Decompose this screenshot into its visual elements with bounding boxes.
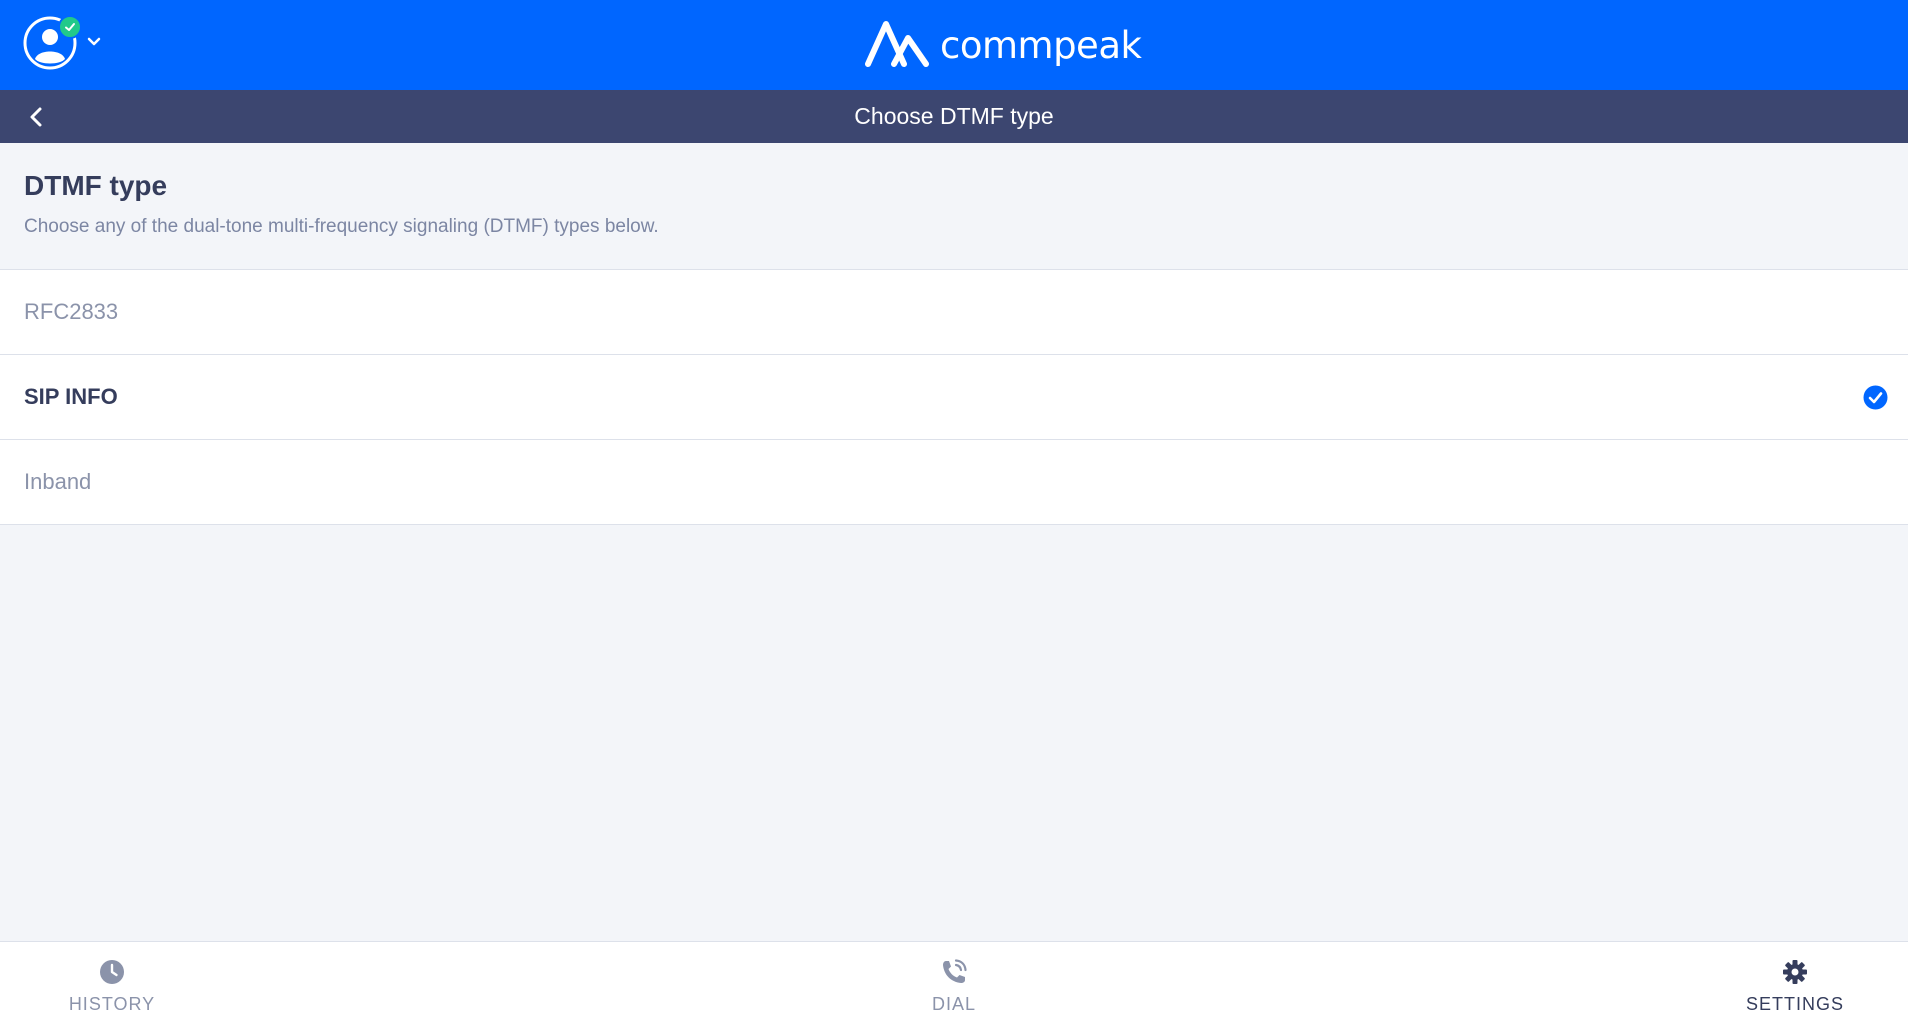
- brand-name: commpeak: [940, 23, 1142, 67]
- clock-icon: [100, 960, 124, 984]
- nav-dial[interactable]: DIAL: [904, 942, 1004, 1023]
- bottom-navigation: HISTORY DIAL SETTINGS: [0, 941, 1908, 1023]
- option-label: RFC2833: [24, 299, 119, 324]
- section-header: DTMF type Choose any of the dual-tone mu…: [24, 170, 659, 238]
- check-circle-icon: [1863, 385, 1888, 410]
- option-rfc2833[interactable]: RFC2833: [0, 270, 1908, 355]
- nav-label: SETTINGS: [1745, 994, 1844, 1014]
- option-sip-info[interactable]: SIP INFO: [0, 355, 1908, 440]
- page-title: Choose DTMF type: [854, 103, 1054, 129]
- option-label: SIP INFO: [24, 384, 118, 409]
- option-label: Inband: [24, 469, 92, 494]
- nav-label: HISTORY: [68, 994, 156, 1014]
- nav-label: DIAL: [931, 994, 977, 1014]
- dtmf-options-list: RFC2833 SIP INFO Inband: [0, 269, 1908, 525]
- sub-header: Choose DTMF type: [0, 90, 1908, 143]
- account-menu[interactable]: [22, 15, 82, 75]
- phone-icon: [943, 959, 967, 983]
- chevron-down-icon[interactable]: [86, 36, 102, 48]
- nav-settings[interactable]: SETTINGS: [1740, 942, 1850, 1023]
- brand-logo: commpeak: [864, 18, 1142, 70]
- gear-icon: [1783, 960, 1807, 984]
- section-title: DTMF type: [24, 170, 168, 201]
- section-description: Choose any of the dual-tone multi-freque…: [24, 216, 659, 237]
- option-inband[interactable]: Inband: [0, 440, 1908, 525]
- commpeak-logo-icon: [865, 21, 929, 67]
- chevron-left-icon: [30, 107, 42, 127]
- back-button[interactable]: [22, 103, 50, 131]
- online-status-icon: [58, 15, 82, 39]
- nav-history[interactable]: HISTORY: [62, 942, 162, 1023]
- top-bar: commpeak: [0, 0, 1908, 91]
